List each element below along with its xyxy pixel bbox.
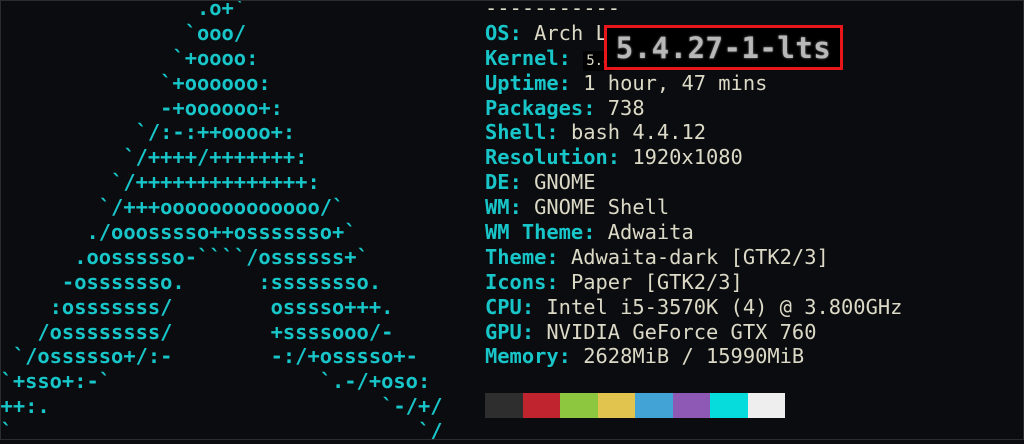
logo-line: -osssssso. :ssssssso. (0, 269, 382, 294)
logo-line: `/:-:++oooo+: (0, 120, 296, 145)
info-label: Packages (485, 95, 584, 120)
colon: : (509, 195, 535, 220)
colon: : (607, 145, 633, 170)
info-row-shell: Shell: bash 4.4.12 (485, 120, 902, 145)
info-row-resolution: Resolution: 1920x1080 (485, 145, 902, 170)
colon: : (521, 319, 547, 344)
info-value: GNOME (534, 170, 596, 195)
info-label: WM Theme (485, 220, 584, 245)
info-label: Shell (485, 120, 547, 145)
arch-ascii-logo: .o+` `ooo/ `+oooo: `+oooooo: -+oooooo+: … (0, 0, 443, 444)
logo-line: -+oooooo+: (0, 95, 283, 120)
colon: : (558, 70, 584, 95)
logo-line: `/ossssso+/:- -:/+osssso+- (0, 344, 418, 369)
logo-line: .o+` (0, 0, 247, 20)
palette-swatch (635, 393, 673, 418)
color-palette (485, 393, 785, 418)
info-value: Arch L (534, 20, 608, 45)
palette-swatch (710, 393, 748, 418)
info-value: 1 hour, 47 mins (583, 70, 768, 95)
colon: : (558, 45, 584, 70)
info-row-wm: WM: GNOME Shell (485, 195, 902, 220)
info-value: Adwaita (607, 220, 694, 245)
info-value: Intel i5-3570K (4) @ 3.800GHz (546, 294, 903, 319)
info-row-icons: Icons: Paper [GTK2/3] (485, 270, 902, 295)
info-label: CPU (485, 294, 522, 319)
logo-line: .oossssso-````/ossssss+` (0, 244, 369, 269)
palette-swatch (597, 393, 635, 418)
info-row-theme: Theme: Adwaita-dark [GTK2/3] (485, 245, 902, 270)
logo-line: :osssssss/ osssso+++. (0, 294, 394, 319)
info-value: Adwaita-dark [GTK2/3] (570, 244, 829, 269)
palette-swatch (522, 393, 560, 418)
colon: : (546, 120, 571, 145)
logo-line: /ossssssss/ +ssssooo/- (0, 319, 394, 344)
palette-swatch (560, 393, 598, 418)
info-label: DE (485, 170, 510, 195)
info-row-memory: Memory: 2628MiB / 15990MiB (485, 344, 902, 369)
colon: : (509, 20, 535, 45)
info-row-gpu: GPU: NVIDIA GeForce GTX 760 (485, 320, 902, 345)
info-label: Resolution (485, 145, 608, 170)
logo-line: ./ooosssso++osssssso+` (0, 220, 357, 245)
colon: : (558, 344, 584, 369)
info-label: GPU (485, 319, 522, 344)
palette-swatch (485, 393, 523, 418)
info-row-uptime: Uptime: 1 hour, 47 mins (485, 71, 902, 96)
palette-swatch (747, 393, 785, 418)
info-label: Icons (485, 269, 547, 294)
info-row-cpu: CPU: Intel i5-3570K (4) @ 3.800GHz (485, 295, 902, 320)
info-label: Theme (485, 244, 547, 269)
info-value: Paper [GTK2/3] (570, 269, 743, 294)
logo-line: `+sso+:-` `.-/+oso: (0, 369, 431, 394)
logo-line: `/++++/+++++++: (0, 145, 308, 170)
kernel-highlight-text: 5.4.27-1-lts (615, 30, 832, 65)
info-rows: OS: Arch L Kernel: 5.4 Uptime: 1 hour, 47 … (485, 21, 902, 369)
logo-line: `/+++ooooooooooooo/` (0, 195, 345, 220)
logo-line: ++:. `-/+/ (0, 394, 443, 419)
palette-swatch (672, 393, 710, 418)
info-value: GNOME Shell (534, 195, 670, 220)
info-value: 1920x1080 (632, 145, 743, 170)
info-label: Memory (485, 344, 559, 369)
colon: : (521, 294, 547, 319)
logo-line: `+oooo: (0, 45, 259, 70)
logo-line: ` `/ (0, 419, 443, 444)
colon: : (583, 95, 608, 120)
colon: : (546, 269, 571, 294)
info-label: Uptime (485, 70, 559, 95)
info-row-wm-theme: WM Theme: Adwaita (485, 220, 902, 245)
info-value: 2628MiB / 15990MiB (583, 344, 805, 369)
logo-line: `/++++++++++++++: (0, 170, 320, 195)
info-value: 738 (607, 95, 645, 120)
info-label: OS (485, 20, 510, 45)
info-value: NVIDIA GeForce GTX 760 (546, 319, 817, 344)
colon: : (546, 244, 571, 269)
kernel-highlight-box: 5.4.27-1-lts (604, 25, 843, 70)
logo-line: `ooo/ (0, 20, 247, 45)
info-row-packages: Packages: 738 (485, 96, 902, 121)
logo-line: `+oooooo: (0, 70, 271, 95)
info-value: bash 4.4.12 (570, 120, 706, 145)
info-row-de: DE: GNOME (485, 170, 902, 195)
info-label: Kernel (485, 45, 559, 70)
colon: : (509, 170, 535, 195)
info-label: WM (485, 195, 510, 220)
colon: : (583, 220, 608, 245)
separator: ----------- (485, 0, 621, 20)
